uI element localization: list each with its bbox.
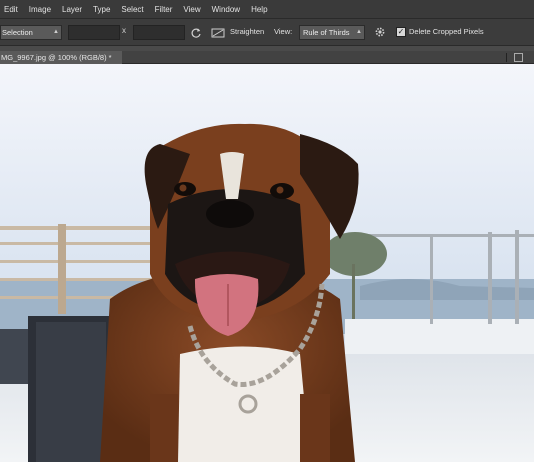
delete-cropped-pixels-checkbox[interactable]: ✓: [396, 27, 406, 37]
menu-type[interactable]: Type: [93, 5, 110, 14]
swap-dimensions-icon[interactable]: [189, 26, 203, 40]
delete-cropped-pixels-label: Delete Cropped Pixels: [409, 27, 484, 36]
menu-layer[interactable]: Layer: [62, 5, 82, 14]
dimension-separator: x: [122, 26, 126, 35]
document-canvas[interactable]: [0, 64, 534, 462]
menu-bar: Edit Image Layer Type Select Filter View…: [0, 0, 534, 18]
document-tab-bar: MG_9967.jpg @ 100% (RGB/8) *: [0, 51, 534, 64]
gear-icon[interactable]: [373, 25, 387, 39]
menu-edit[interactable]: Edit: [4, 5, 18, 14]
chevron-down-icon: ▲: [53, 29, 59, 35]
crop-preset-value: Selection: [2, 28, 33, 37]
check-icon: ✓: [397, 27, 405, 36]
menu-image[interactable]: Image: [29, 5, 51, 14]
straighten-button[interactable]: Straighten: [230, 27, 264, 42]
menu-help[interactable]: Help: [251, 5, 267, 14]
panel-toggle-icon[interactable]: [514, 53, 523, 62]
view-overlay-select[interactable]: Rule of Thirds ▲: [299, 25, 365, 40]
view-label: View:: [274, 27, 293, 36]
crop-height-input[interactable]: [133, 25, 185, 40]
photo-dog: [0, 64, 534, 462]
menu-select[interactable]: Select: [121, 5, 143, 14]
menu-filter[interactable]: Filter: [155, 5, 173, 14]
view-overlay-value: Rule of Thirds: [303, 28, 350, 37]
menu-view[interactable]: View: [183, 5, 200, 14]
crop-preset-select[interactable]: Selection ▲: [0, 25, 62, 40]
chevron-down-icon: ▲: [356, 29, 362, 35]
document-tab[interactable]: MG_9967.jpg @ 100% (RGB/8) *: [0, 51, 122, 64]
crop-width-input[interactable]: [68, 25, 120, 40]
options-bar: Selection ▲ x Straighten View: Rule of T…: [0, 18, 534, 46]
menu-window[interactable]: Window: [212, 5, 240, 14]
straighten-icon[interactable]: [211, 26, 225, 40]
tab-divider: [506, 53, 507, 62]
